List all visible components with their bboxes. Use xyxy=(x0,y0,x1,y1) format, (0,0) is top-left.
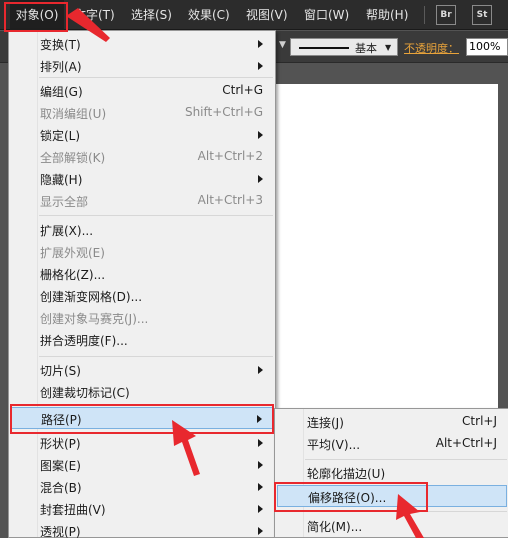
menu-view[interactable]: 视图(V) xyxy=(246,0,288,30)
object-menu-item-a[interactable]: 排列(A) xyxy=(11,55,273,77)
object-menu-item-p[interactable]: 透视(P) xyxy=(11,520,273,538)
menu-item-shortcut: Alt+Ctrl+2 xyxy=(197,149,263,163)
stock-icon[interactable]: St xyxy=(472,5,492,25)
object-menu-item-x[interactable]: 扩展(X)... xyxy=(11,219,273,241)
menu-item-label: 封套扭曲(V) xyxy=(40,503,106,517)
annotation-box-object-menu xyxy=(4,2,68,32)
path-submenu-item-v[interactable]: 平均(V)... Alt+Ctrl+J xyxy=(277,433,507,455)
menu-item-label: 连接(J) xyxy=(307,416,344,430)
menu-separator xyxy=(39,77,273,78)
submenu-arrow-icon xyxy=(258,505,263,513)
menu-item-label: 全部解锁(K) xyxy=(40,151,106,165)
menu-item-label: 拼合透明度(F)... xyxy=(40,334,128,348)
menu-separator xyxy=(305,459,507,460)
menu-item-label: 排列(A) xyxy=(40,60,82,74)
path-submenu-item-u[interactable]: 轮廓化描边(U) xyxy=(277,462,507,484)
menu-item-label: 隐藏(H) xyxy=(40,173,83,187)
menu-separator xyxy=(39,356,273,357)
menu-item-label: 显示全部 xyxy=(40,195,89,209)
opacity-label[interactable]: 不透明度： xyxy=(404,40,459,56)
annotation-box-path-item xyxy=(10,404,274,434)
submenu-arrow-icon xyxy=(258,527,263,535)
object-menu-item-z[interactable]: 栅格化(Z)... xyxy=(11,263,273,285)
object-menu-item-h[interactable]: 隐藏(H) xyxy=(11,168,273,190)
menu-item-label: 变换(T) xyxy=(40,38,81,52)
submenu-arrow-icon xyxy=(258,62,263,70)
stroke-preview xyxy=(299,47,349,49)
menu-item-shortcut: Alt+Ctrl+3 xyxy=(197,193,263,207)
menu-item-label: 平均(V)... xyxy=(307,438,361,452)
menu-item-label: 图案(E) xyxy=(40,459,81,473)
path-submenu: 连接(J) Ctrl+J 平均(V)... Alt+Ctrl+J 轮廓化描边(U) 偏移路… xyxy=(274,408,508,538)
menu-item-label: 简化(M)... xyxy=(307,520,363,534)
menu-window[interactable]: 窗口(W) xyxy=(304,0,349,30)
menu-item-label: 扩展外观(E) xyxy=(40,246,105,260)
menu-bar: 对象(O) 文字(T) 选择(S) 效果(C) 视图(V) 窗口(W) 帮助(H… xyxy=(0,0,508,30)
chevron-down-icon: ▼ xyxy=(385,43,392,52)
menu-item-label: 取消编组(U) xyxy=(40,107,107,121)
menu-item-label: 创建渐变网格(D)... xyxy=(40,290,143,304)
object-menu-item-p[interactable]: 形状(P) xyxy=(11,432,273,454)
object-menu-item-l[interactable]: 锁定(L) xyxy=(11,124,273,146)
object-menu-item-g[interactable]: 编组(G) Ctrl+G xyxy=(11,80,273,102)
menu-item-label: 栅格化(Z)... xyxy=(40,268,106,282)
submenu-arrow-icon xyxy=(258,439,263,447)
object-menu-item-t[interactable]: 变换(T) xyxy=(11,33,273,55)
stroke-style-dropdown[interactable]: 基本 ▼ xyxy=(290,38,398,56)
submenu-arrow-icon xyxy=(258,461,263,469)
stroke-style-label: 基本 xyxy=(355,42,377,55)
path-submenu-item-m[interactable]: 简化(M)... xyxy=(277,515,507,537)
object-menu-item-v[interactable]: 封套扭曲(V) xyxy=(11,498,273,520)
menu-item-label: 扩展(X)... xyxy=(40,224,94,238)
object-menu-item-b[interactable]: 混合(B) xyxy=(11,476,273,498)
menu-select[interactable]: 选择(S) xyxy=(131,0,172,30)
object-menu-item-s[interactable]: 切片(S) xyxy=(11,359,273,381)
menu-item-label: 形状(P) xyxy=(40,437,81,451)
path-submenu-item-j[interactable]: 连接(J) Ctrl+J xyxy=(277,411,507,433)
menubar-divider xyxy=(424,6,425,24)
menu-item-label: 混合(B) xyxy=(40,481,82,495)
menu-item-label: 创建对象马赛克(J)... xyxy=(40,312,149,326)
menu-item-label: 透视(P) xyxy=(40,525,81,538)
opacity-input[interactable]: 100% xyxy=(466,38,508,56)
submenu-arrow-icon xyxy=(258,40,263,48)
object-menu-item-d[interactable]: 创建渐变网格(D)... xyxy=(11,285,273,307)
object-menu-item-7[interactable]: 显示全部 Alt+Ctrl+3 xyxy=(11,190,273,212)
object-menu-item-k[interactable]: 全部解锁(K) Alt+Ctrl+2 xyxy=(11,146,273,168)
menu-item-label: 切片(S) xyxy=(40,364,81,378)
object-menu: 变换(T) 排列(A) 编组(G) Ctrl+G 取消编组(U) Shift+Ctrl+G… xyxy=(8,30,276,538)
menu-item-shortcut: Ctrl+J xyxy=(462,414,497,428)
menu-item-shortcut: Shift+Ctrl+G xyxy=(184,105,263,119)
object-menu-item-e[interactable]: 扩展外观(E) xyxy=(11,241,273,263)
object-menu-item-f[interactable]: 拼合透明度(F)... xyxy=(11,329,273,351)
object-menu-item-c[interactable]: 创建裁切标记(C) xyxy=(11,381,273,403)
menu-help[interactable]: 帮助(H) xyxy=(366,0,408,30)
annotation-box-offset-path xyxy=(274,482,428,512)
chevron-down-icon[interactable]: ▼ xyxy=(279,40,286,50)
object-menu-item-u[interactable]: 取消编组(U) Shift+Ctrl+G xyxy=(11,102,273,124)
menu-item-shortcut: Alt+Ctrl+J xyxy=(435,436,497,450)
menu-item-shortcut: Ctrl+G xyxy=(222,83,263,97)
menu-effect[interactable]: 效果(C) xyxy=(188,0,230,30)
menu-item-label: 轮廓化描边(U) xyxy=(307,467,386,481)
object-menu-item-j[interactable]: 创建对象马赛克(J)... xyxy=(11,307,273,329)
menu-type[interactable]: 文字(T) xyxy=(74,0,115,30)
bridge-icon[interactable]: Br xyxy=(436,5,456,25)
menu-item-label: 创建裁切标记(C) xyxy=(40,386,130,400)
submenu-arrow-icon xyxy=(258,483,263,491)
submenu-arrow-icon xyxy=(258,131,263,139)
menu-separator xyxy=(39,215,273,216)
submenu-arrow-icon xyxy=(258,366,263,374)
object-menu-item-e[interactable]: 图案(E) xyxy=(11,454,273,476)
menu-item-label: 锁定(L) xyxy=(40,129,81,143)
menu-item-label: 编组(G) xyxy=(40,85,83,99)
submenu-arrow-icon xyxy=(258,175,263,183)
